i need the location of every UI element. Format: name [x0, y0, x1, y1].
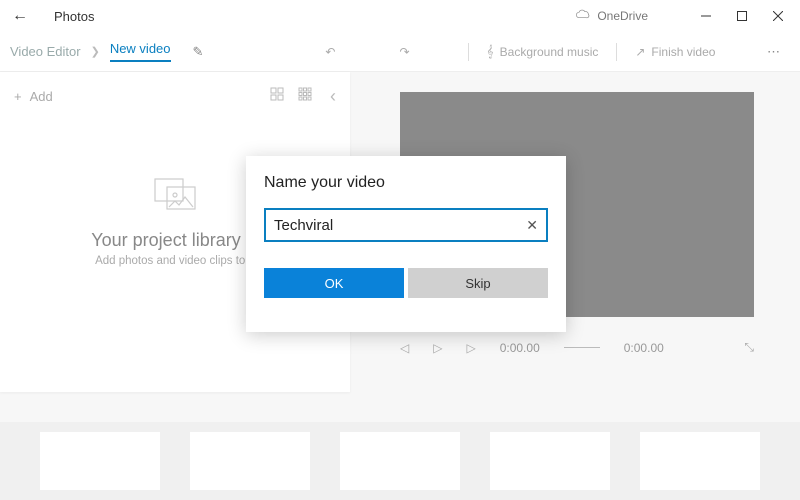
player-controls: ◁ ▷ ▷ 0:00.00 0:00.00 ⤡	[400, 340, 754, 355]
time-bar[interactable]	[564, 347, 600, 348]
crumb-root[interactable]: Video Editor	[10, 44, 81, 59]
storyboard-slot[interactable]	[40, 432, 160, 490]
storyboard-slot[interactable]	[490, 432, 610, 490]
breadcrumb: Video Editor ❯ New video ✎	[10, 41, 203, 62]
music-icon: 𝄞	[487, 44, 494, 59]
minimize-button[interactable]	[688, 0, 724, 32]
app-title: Photos	[54, 9, 94, 24]
storyboard-slot[interactable]	[340, 432, 460, 490]
export-icon: ↗	[635, 45, 645, 59]
time-current: 0:00.00	[500, 341, 540, 355]
crumb-current[interactable]: New video	[110, 41, 171, 62]
grid-small-icon[interactable]	[270, 87, 284, 106]
play-button[interactable]: ▷	[433, 341, 442, 355]
onedrive-label: OneDrive	[597, 9, 648, 23]
bg-music-button[interactable]: 𝄞 Background music	[487, 44, 599, 59]
video-name-input-wrap: ✕	[264, 208, 548, 242]
finish-label: Finish video	[651, 45, 715, 59]
close-button[interactable]	[760, 0, 796, 32]
edit-name-icon[interactable]: ✎	[193, 44, 204, 60]
next-frame-button[interactable]: ▷	[466, 341, 475, 355]
maximize-button[interactable]	[724, 0, 760, 32]
chevron-right-icon: ❯	[91, 45, 100, 58]
fullscreen-button[interactable]: ⤡	[744, 340, 754, 355]
add-label: Add	[30, 89, 53, 104]
grid-large-icon[interactable]	[298, 87, 312, 106]
toolbar: Video Editor ❯ New video ✎ ↶ ↷ 𝄞 Backgro…	[0, 32, 800, 72]
prev-frame-button[interactable]: ◁	[400, 341, 409, 355]
titlebar: ← Photos OneDrive	[0, 0, 800, 32]
more-menu[interactable]: ⋯	[759, 44, 790, 60]
add-media-button[interactable]: + Add	[14, 89, 53, 104]
toolbar-divider	[468, 43, 469, 61]
time-total: 0:00.00	[624, 341, 664, 355]
clear-input-icon[interactable]: ✕	[526, 217, 538, 234]
cloud-icon	[575, 9, 591, 24]
ok-button[interactable]: OK	[264, 268, 404, 298]
undo-button[interactable]: ↶	[325, 45, 335, 59]
video-name-input[interactable]	[274, 217, 526, 234]
name-video-dialog: Name your video ✕ OK Skip	[246, 156, 566, 332]
plus-icon: +	[14, 89, 22, 104]
collapse-library-icon[interactable]: ‹	[330, 86, 336, 107]
finish-video-button[interactable]: ↗ Finish video	[635, 45, 715, 59]
onedrive-status[interactable]: OneDrive	[575, 9, 648, 24]
storyboard-slot[interactable]	[190, 432, 310, 490]
toolbar-divider	[616, 43, 617, 61]
storyboard-slot[interactable]	[640, 432, 760, 490]
redo-button[interactable]: ↷	[399, 45, 409, 59]
dialog-title: Name your video	[264, 174, 548, 192]
back-button[interactable]: ←	[4, 7, 36, 25]
bg-music-label: Background music	[500, 45, 599, 59]
skip-button[interactable]: Skip	[408, 268, 548, 298]
storyboard-strip	[0, 422, 800, 500]
